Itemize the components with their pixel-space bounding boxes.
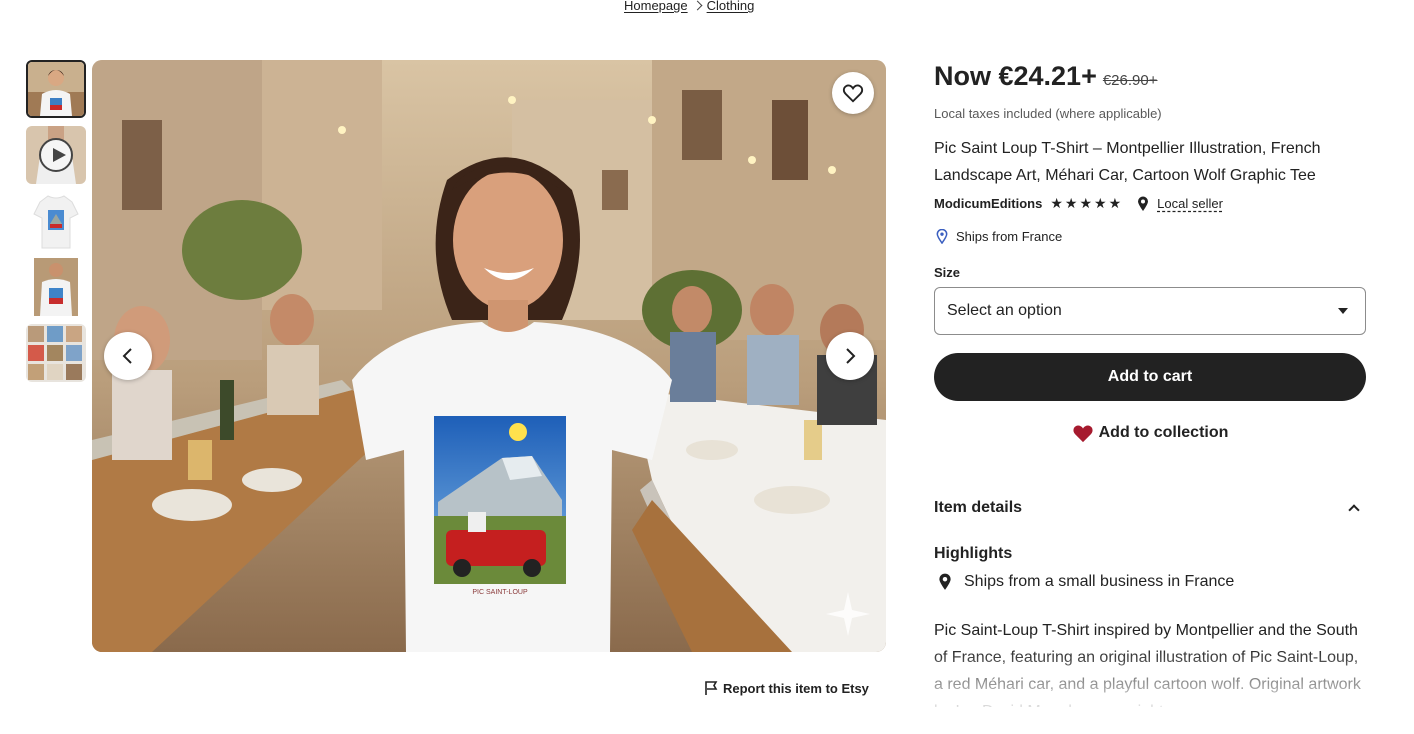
local-seller-link[interactable]: Local seller xyxy=(1157,196,1223,211)
add-to-collection-label: Add to collection xyxy=(1098,424,1229,441)
size-label: Size xyxy=(934,265,961,280)
size-select[interactable]: Select an option xyxy=(934,287,1366,335)
next-image-button[interactable] xyxy=(826,332,874,380)
thumbnail-1[interactable] xyxy=(26,60,86,118)
star-icon: ★ xyxy=(1064,195,1078,211)
thumbnail-5[interactable] xyxy=(26,324,86,382)
flag-icon xyxy=(705,681,718,695)
item-description: Pic Saint-Loup T-Shirt inspired by Montp… xyxy=(934,617,1366,707)
location-pin-icon xyxy=(1137,196,1149,212)
seller-name-link[interactable]: ModicumEditions xyxy=(934,196,1042,211)
product-main-image: PIC SAINT-LOUP xyxy=(92,60,886,652)
chevron-right-icon xyxy=(692,0,703,11)
ships-from-text: Ships from France xyxy=(956,229,1063,244)
star-icon: ★ xyxy=(1094,195,1107,211)
thumbnail-3[interactable] xyxy=(26,192,86,250)
price-now: Now €24.21+ xyxy=(934,61,1097,91)
thumbnail-strip xyxy=(26,60,86,390)
product-title: Pic Saint Loup T-Shirt – Montpellier Ill… xyxy=(934,140,1321,184)
highlight-ships: Ships from a small business in France xyxy=(934,573,1366,591)
report-item-link[interactable]: Report this item to Etsy xyxy=(704,680,869,696)
shirt-print-caption: PIC SAINT-LOUP xyxy=(472,589,528,596)
product-info-panel: Now €24.21+ €26.90+ Local taxes included… xyxy=(934,60,1366,707)
breadcrumb-clothing[interactable]: Clothing xyxy=(707,0,755,13)
caret-down-icon xyxy=(1338,308,1348,314)
breadcrumb: Homepage Clothing xyxy=(624,0,754,13)
play-icon xyxy=(39,138,73,172)
seller-row: ModicumEditions ★ ★ ★ ★ ★ Local seller xyxy=(934,195,1366,212)
previous-image-button[interactable] xyxy=(104,332,152,380)
thumbnail-video[interactable] xyxy=(26,126,86,184)
heart-icon xyxy=(1073,425,1093,443)
taxes-note: Local taxes included (where applicable) xyxy=(934,106,1162,121)
thumbnail-4[interactable] xyxy=(26,258,86,316)
item-details-toggle[interactable]: Item details xyxy=(934,499,1366,517)
chevron-right-icon xyxy=(846,348,856,364)
star-icon: ★ xyxy=(1108,195,1122,211)
price-row: Now €24.21+ €26.90+ xyxy=(934,61,1366,92)
size-select-value: Select an option xyxy=(947,302,1062,319)
location-pin-icon xyxy=(939,573,951,590)
breadcrumb-homepage[interactable]: Homepage xyxy=(624,0,688,13)
chevron-left-icon xyxy=(122,348,132,364)
item-details-title: Item details xyxy=(934,499,1023,516)
add-to-cart-button[interactable]: Add to cart xyxy=(934,353,1366,401)
star-icon: ★ xyxy=(1079,195,1093,211)
favorite-button[interactable] xyxy=(832,72,874,114)
price-original: €26.90+ xyxy=(1102,72,1158,89)
add-to-collection-button[interactable]: Add to collection xyxy=(934,423,1366,443)
highlight-ships-text: Ships from a small business in France xyxy=(964,573,1235,590)
highlights-title: Highlights xyxy=(934,545,1013,562)
ships-from-row: Ships from France xyxy=(934,229,1366,244)
star-icon: ★ xyxy=(1050,195,1063,211)
location-pin-icon xyxy=(936,229,948,244)
chevron-up-icon xyxy=(1348,504,1360,516)
report-item-label: Report this item to Etsy xyxy=(723,680,869,696)
heart-icon xyxy=(842,84,864,103)
rating-stars: ★ ★ ★ ★ ★ xyxy=(1050,195,1123,212)
